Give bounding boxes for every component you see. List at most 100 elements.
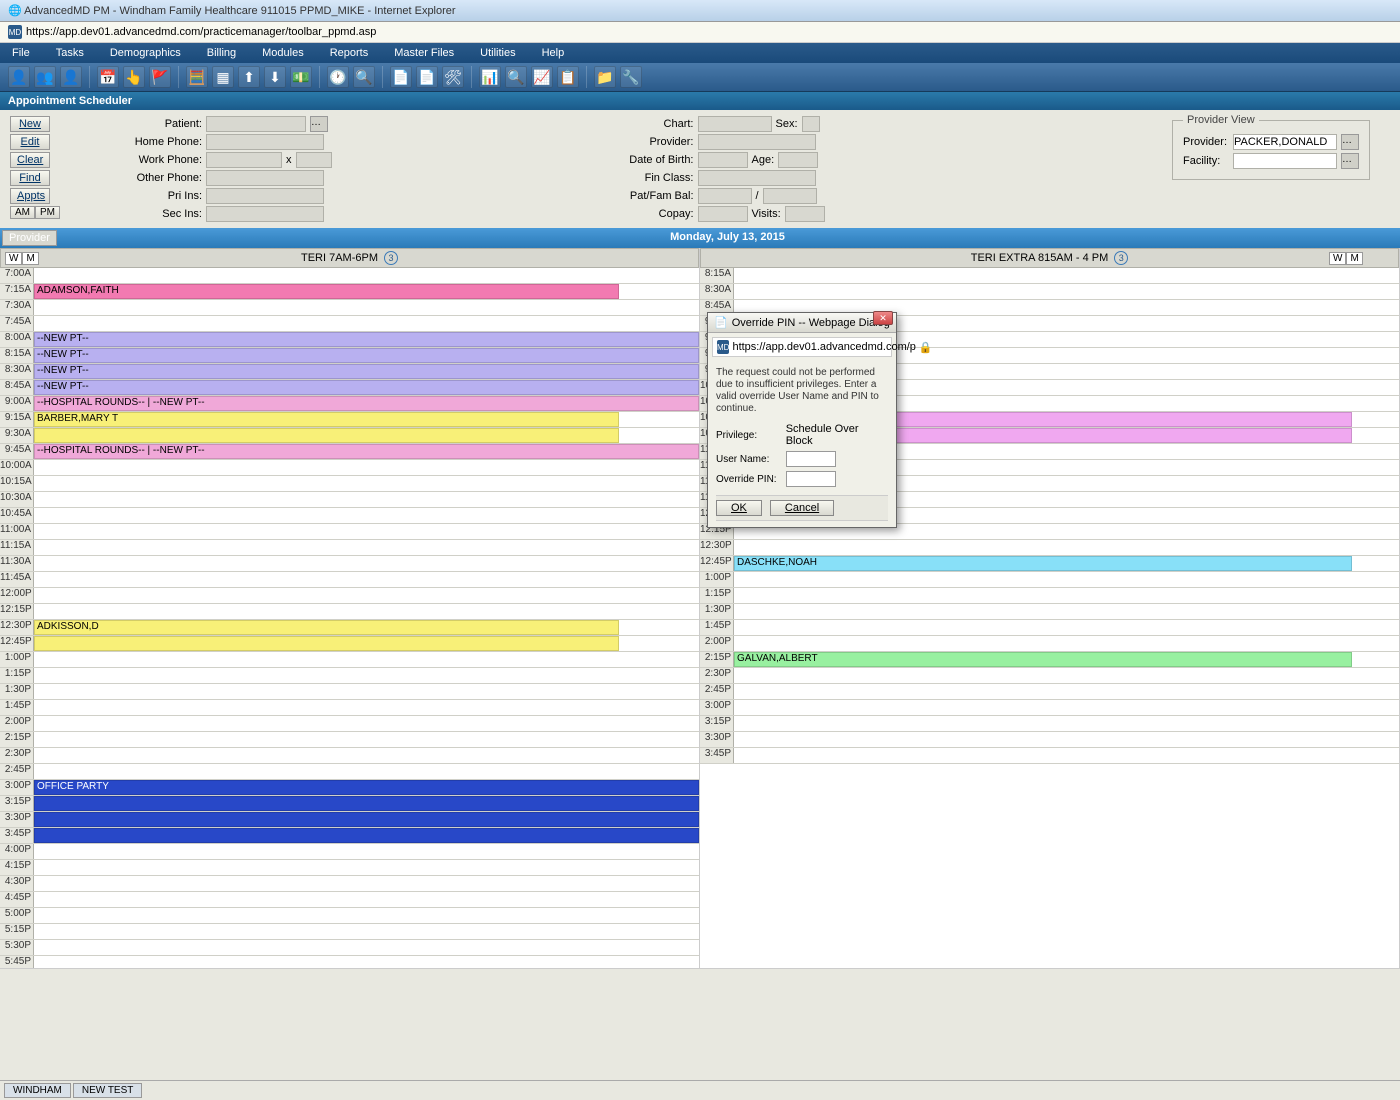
time-slot[interactable]	[34, 924, 699, 939]
chart-input[interactable]	[698, 116, 772, 132]
time-slot[interactable]	[734, 588, 1399, 603]
time-row[interactable]: 9:00A--HOSPITAL ROUNDS-- | --NEW PT--	[0, 396, 699, 412]
folder-icon[interactable]: 📁	[594, 66, 616, 88]
time-slot[interactable]	[34, 748, 699, 763]
time-slot[interactable]: GALVAN,ALBERT	[734, 652, 1399, 667]
tab-windham[interactable]: WINDHAM	[4, 1083, 71, 1098]
patient-input[interactable]	[206, 116, 306, 132]
time-slot[interactable]	[34, 652, 699, 667]
pm-toggle[interactable]: PM	[35, 206, 60, 219]
chart-icon[interactable]: 📊	[479, 66, 501, 88]
time-row[interactable]: 7:15AADAMSON,FAITH	[0, 284, 699, 300]
time-slot[interactable]	[34, 492, 699, 507]
time-slot[interactable]	[34, 476, 699, 491]
time-row[interactable]: 3:45P	[700, 748, 1399, 764]
dialog-titlebar[interactable]: 📄 Override PIN -- Webpage Dialog ✕	[708, 313, 896, 333]
dialog-close-icon[interactable]: ✕	[873, 311, 893, 325]
time-row[interactable]: 3:00P	[700, 700, 1399, 716]
menu-demographics[interactable]: Demographics	[106, 45, 185, 61]
time-slot[interactable]	[734, 268, 1399, 283]
time-row[interactable]: 12:30PADKISSON,D	[0, 620, 699, 636]
time-slot[interactable]	[34, 828, 699, 843]
tab-new-test[interactable]: NEW TEST	[73, 1083, 142, 1098]
time-slot[interactable]	[34, 684, 699, 699]
time-slot[interactable]	[734, 668, 1399, 683]
menu-billing[interactable]: Billing	[203, 45, 240, 61]
time-row[interactable]: 12:00P	[0, 588, 699, 604]
pv-provider-lookup[interactable]: …	[1341, 134, 1359, 150]
time-slot[interactable]	[34, 716, 699, 731]
w-toggle[interactable]: W	[1329, 252, 1346, 265]
time-slot[interactable]	[34, 796, 699, 811]
time-row[interactable]: 5:45P	[0, 956, 699, 968]
presentation-icon[interactable]: 📋	[557, 66, 579, 88]
time-row[interactable]: 4:30P	[0, 876, 699, 892]
time-slot[interactable]: --NEW PT--	[34, 380, 699, 395]
fin-input[interactable]	[698, 170, 816, 186]
time-row[interactable]: 10:15A	[0, 476, 699, 492]
pri-ins-input[interactable]	[206, 188, 324, 204]
appointment[interactable]	[34, 636, 619, 651]
ok-button[interactable]: OK	[716, 500, 762, 516]
appointment[interactable]: ADAMSON,FAITH	[34, 284, 619, 299]
time-row[interactable]: 3:15P	[0, 796, 699, 812]
search-icon[interactable]: 🔍	[353, 66, 375, 88]
time-slot[interactable]	[734, 604, 1399, 619]
appointment[interactable]	[34, 796, 699, 811]
time-row[interactable]: 8:15A	[700, 268, 1399, 284]
time-slot[interactable]	[34, 428, 699, 443]
time-slot[interactable]	[34, 316, 699, 331]
time-slot[interactable]	[734, 636, 1399, 651]
flag-icon[interactable]: 🚩	[149, 66, 171, 88]
time-row[interactable]: 1:00P	[0, 652, 699, 668]
menu-modules[interactable]: Modules	[258, 45, 308, 61]
time-slot[interactable]	[34, 892, 699, 907]
sex-input[interactable]	[802, 116, 820, 132]
time-row[interactable]: 11:00A	[0, 524, 699, 540]
pin-input[interactable]	[786, 471, 836, 487]
calendar-icon[interactable]: 📅	[97, 66, 119, 88]
time-row[interactable]: 8:15A--NEW PT--	[0, 348, 699, 364]
time-row[interactable]: 1:30P	[0, 684, 699, 700]
appointment[interactable]: --HOSPITAL ROUNDS-- | --NEW PT--	[34, 396, 699, 411]
time-slot[interactable]: ADKISSON,D	[34, 620, 699, 635]
time-row[interactable]: 1:45P	[0, 700, 699, 716]
time-slot[interactable]	[734, 716, 1399, 731]
add-person-icon[interactable]: 👤	[60, 66, 82, 88]
money-icon[interactable]: 💵	[290, 66, 312, 88]
time-slot[interactable]	[34, 940, 699, 955]
download-icon[interactable]: ⬇	[264, 66, 286, 88]
time-row[interactable]: 3:45P	[0, 828, 699, 844]
time-slot[interactable]	[34, 732, 699, 747]
time-row[interactable]: 5:15P	[0, 924, 699, 940]
other-phone-input[interactable]	[206, 170, 324, 186]
upload-icon[interactable]: ⬆	[238, 66, 260, 88]
time-row[interactable]: 9:30A	[0, 428, 699, 444]
time-row[interactable]: 5:00P	[0, 908, 699, 924]
time-row[interactable]: 10:00A	[0, 460, 699, 476]
appointment[interactable]: --NEW PT--	[34, 332, 699, 347]
time-row[interactable]: 1:00P	[700, 572, 1399, 588]
tools-icon[interactable]: 🛠	[442, 66, 464, 88]
time-slot[interactable]	[34, 300, 699, 315]
menu-utilities[interactable]: Utilities	[476, 45, 519, 61]
menu-master-files[interactable]: Master Files	[390, 45, 458, 61]
time-row[interactable]: 11:30A	[0, 556, 699, 572]
m-toggle[interactable]: M	[22, 252, 38, 265]
time-slot[interactable]: --NEW PT--	[34, 364, 699, 379]
time-row[interactable]: 11:45A	[0, 572, 699, 588]
time-row[interactable]: 12:30P	[700, 540, 1399, 556]
ext-input[interactable]	[296, 152, 332, 168]
work-phone-input[interactable]	[206, 152, 282, 168]
time-slot[interactable]	[734, 732, 1399, 747]
sec-ins-input[interactable]	[206, 206, 324, 222]
patient-lookup[interactable]: …	[310, 116, 328, 132]
time-row[interactable]: 11:15A	[0, 540, 699, 556]
cancel-button[interactable]: Cancel	[770, 500, 834, 516]
time-slot[interactable]	[34, 572, 699, 587]
time-slot[interactable]	[34, 844, 699, 859]
time-slot[interactable]: BARBER,MARY T	[34, 412, 699, 427]
time-row[interactable]: 9:15ABARBER,MARY T	[0, 412, 699, 428]
age-input[interactable]	[778, 152, 818, 168]
time-slot[interactable]: --NEW PT--	[34, 332, 699, 347]
